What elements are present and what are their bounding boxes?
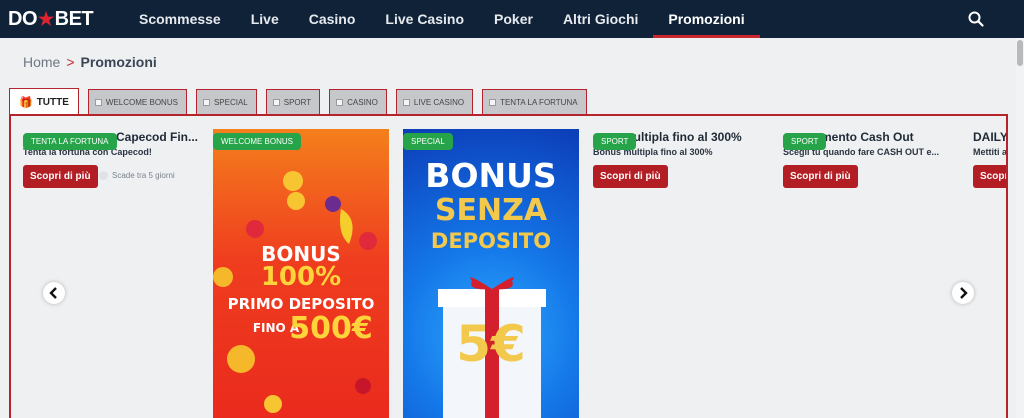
gift-box-icon xyxy=(438,277,546,418)
tab-label: CASINO xyxy=(347,97,378,107)
promo-badge: SPORT xyxy=(783,133,827,150)
banner-line: 5€ xyxy=(456,315,526,373)
tab-special[interactable]: SPECIAL xyxy=(195,89,257,114)
nav-promozioni[interactable]: Promozioni xyxy=(653,0,760,38)
scopri-di-piu-button[interactable]: Scopri di più xyxy=(783,165,858,188)
promo-card-daily[interactable]: DAILY Mettiti a xyxy=(973,130,1008,157)
nav-live[interactable]: Live xyxy=(236,0,294,38)
breadcrumb-current: Promozioni xyxy=(80,54,157,70)
banner-line: 100% xyxy=(260,262,342,292)
nav-altri-giochi[interactable]: Altri Giochi xyxy=(548,0,653,38)
promo-subtitle: Mettiti a xyxy=(973,147,1008,157)
gift-icon xyxy=(489,98,497,106)
tab-label: SPECIAL xyxy=(213,97,248,107)
clock-icon xyxy=(99,171,108,180)
carousel-prev-button[interactable] xyxy=(43,282,65,304)
promo-badge: TENTA LA FORTUNA xyxy=(23,133,117,150)
logo-text-left: DO xyxy=(8,7,38,30)
promo-badge: WELCOME BONUS xyxy=(213,133,302,150)
promo-carousel: Capecod Fin... Tenta la fortuna con Cape… xyxy=(9,114,1008,418)
scopri-di-piu-button[interactable]: Scopri di più xyxy=(593,165,668,188)
promo-badge: SPORT xyxy=(593,133,637,150)
breadcrumb-home[interactable]: Home xyxy=(23,54,60,70)
expiry-info: Scade tra 5 giorni xyxy=(99,171,175,180)
tab-welcome-bonus[interactable]: WELCOME BONUS xyxy=(87,89,187,114)
gift-icon: 🎁 xyxy=(19,97,33,109)
nav-scommesse[interactable]: Scommesse xyxy=(124,0,236,38)
carousel-next-button[interactable] xyxy=(952,282,974,304)
tab-label: LIVE CASINO xyxy=(413,97,465,107)
banner-line: 500€ xyxy=(289,311,373,346)
promo-category-tabs: 🎁 TUTTE WELCOME BONUS SPECIAL SPORT CASI… xyxy=(9,88,596,116)
tab-tutte[interactable]: 🎁 TUTTE xyxy=(9,88,79,116)
breadcrumb: Home > Promozioni xyxy=(23,54,157,70)
nav-casino[interactable]: Casino xyxy=(294,0,371,38)
gift-icon xyxy=(202,98,210,106)
tab-sport[interactable]: SPORT xyxy=(265,89,321,114)
tab-casino[interactable]: CASINO xyxy=(329,89,387,114)
scrollbar-thumb[interactable] xyxy=(1017,40,1023,66)
page-scrollbar[interactable] xyxy=(1016,38,1024,418)
tab-live-casino[interactable]: LIVE CASINO xyxy=(395,89,474,114)
tab-label: TUTTE xyxy=(36,97,69,108)
star-icon: ★ xyxy=(38,8,54,29)
gift-icon xyxy=(94,98,102,106)
promo-title: DAILY xyxy=(973,130,1008,144)
promo-badge: SPECIAL xyxy=(403,133,453,150)
nav-poker[interactable]: Poker xyxy=(479,0,548,38)
scopri-di-piu-button[interactable]: Scopri di più xyxy=(23,165,98,188)
special-bonus-banner[interactable]: BONUS SENZA DEPOSITO 5€ xyxy=(403,129,579,418)
welcome-bonus-banner[interactable]: BONUS 100% PRIMO DEPOSITO FINO A 500€ xyxy=(213,129,389,418)
main-nav: Scommesse Live Casino Live Casino Poker … xyxy=(124,0,760,38)
search-icon[interactable] xyxy=(968,11,984,27)
tab-label: TENTA LA FORTUNA xyxy=(500,97,578,107)
gift-icon xyxy=(336,98,344,106)
breadcrumb-separator: > xyxy=(66,54,75,70)
gift-icon xyxy=(402,98,410,106)
tab-label: WELCOME BONUS xyxy=(105,97,178,107)
tab-tenta-la-fortuna[interactable]: TENTA LA FORTUNA xyxy=(482,89,587,114)
expiry-text: Scade tra 5 giorni xyxy=(112,171,175,180)
dobet-logo[interactable]: DO ★ BET xyxy=(8,7,94,30)
chevron-left-icon xyxy=(49,287,57,299)
scopri-di-piu-button[interactable]: Scopr xyxy=(973,165,1006,188)
chevron-right-icon xyxy=(960,287,968,299)
top-navigation-bar: DO ★ BET Scommesse Live Casino Live Casi… xyxy=(0,0,1024,38)
gift-icon xyxy=(272,98,280,106)
logo-text-right: BET xyxy=(54,7,94,30)
nav-live-casino[interactable]: Live Casino xyxy=(370,0,479,38)
tab-label: SPORT xyxy=(283,97,312,107)
